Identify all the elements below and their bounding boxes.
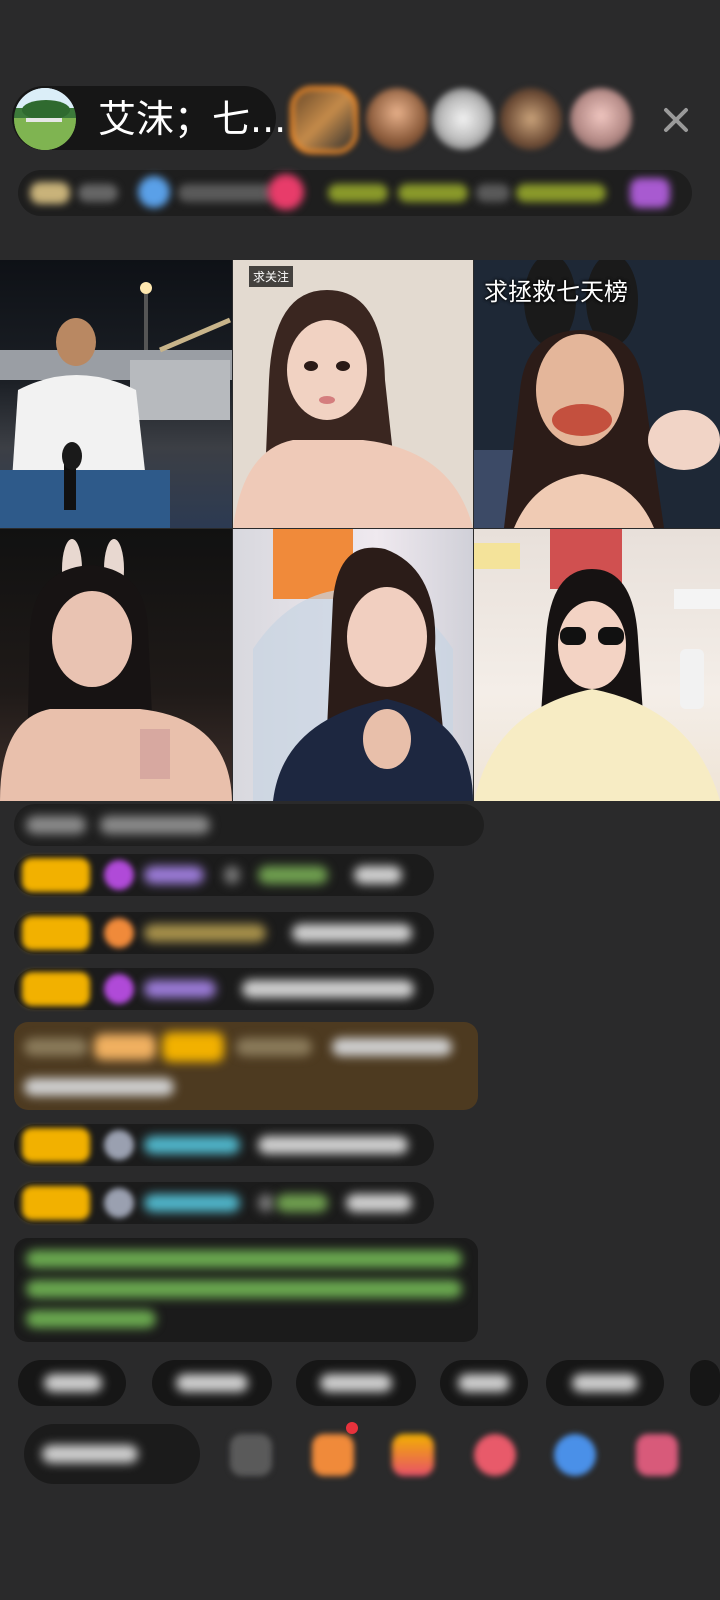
rank-text [78,184,118,202]
gem-icon [104,860,134,890]
tile-2-label: 求关注 [249,266,294,287]
quick-reply-text [572,1374,638,1392]
gem-icon [104,974,134,1004]
tile-3-label: 求拯救七天榜 [484,278,628,306]
quick-reply-text [44,1374,102,1392]
chat-username[interactable] [144,980,216,998]
viewer-avatar-1[interactable] [290,86,358,154]
notification-dot [346,1422,358,1434]
chat-username[interactable] [236,1038,312,1056]
chat-username[interactable] [276,1194,328,1212]
park-thumbnail-icon [14,88,76,150]
notice-text [26,1310,156,1328]
gift-icon[interactable] [392,1434,434,1476]
chat-input[interactable] [24,1424,200,1484]
video-tile-5[interactable] [233,529,473,801]
streamer-video-4 [0,539,232,801]
follow-icon[interactable] [268,174,304,210]
chat-message-3[interactable] [14,968,434,1010]
tag-text-1 [328,184,388,202]
video-tile-6[interactable] [474,529,720,801]
host-avatar[interactable] [14,88,76,150]
level-badge [22,1128,90,1162]
video-tile-2[interactable]: 求关注 [233,260,473,528]
chat-text [354,866,402,884]
chat-text [24,1078,174,1096]
video-tile-4[interactable] [0,529,232,801]
streamer-video-1 [0,282,232,528]
chat-message-4[interactable] [14,1124,434,1166]
level-badge [162,1032,224,1062]
chat-text [332,1038,452,1056]
chat-text [258,1136,408,1154]
chat-message-highlight[interactable] [14,1022,478,1110]
chat-username[interactable] [144,924,266,942]
chat-text [24,1038,88,1056]
quick-reply-text [458,1374,510,1392]
chat-text [292,924,412,942]
more-icon[interactable] [636,1434,678,1476]
quick-reply-6[interactable] [690,1360,720,1406]
chat-username[interactable] [144,1136,240,1154]
chat-text [26,816,86,834]
viewer-avatar-4[interactable] [500,88,562,150]
level-badge [22,1186,90,1220]
streamer-video-2 [233,260,473,528]
room-info-strip [18,170,692,216]
share-icon[interactable] [554,1434,596,1476]
level-badge [22,858,90,892]
chat-message-5[interactable] [14,1182,434,1224]
streamer-video-5 [253,529,473,801]
streamer-video-6 [474,529,720,801]
user-badge-icon [104,1130,134,1160]
level-badge [22,916,90,950]
quick-reply-1[interactable] [18,1360,126,1406]
fan-club-icon[interactable] [138,176,170,208]
gift-box-icon[interactable] [312,1434,354,1476]
viewer-avatar-2[interactable] [366,88,428,150]
chat-username[interactable] [144,866,204,884]
level-badge [94,1034,156,1060]
chat-text [346,1194,412,1212]
chat-text [258,1194,274,1212]
tag-text-4 [516,184,606,202]
chat-message-system [14,804,484,846]
user-badge-icon [104,1188,134,1218]
quick-reply-text [176,1374,248,1392]
chat-username[interactable] [258,866,328,884]
chat-text [224,866,240,884]
chat-text [242,980,414,998]
viewer-avatar-5[interactable] [570,88,632,150]
chat-username[interactable] [144,1194,240,1212]
viewer-avatar-3[interactable] [432,88,494,150]
quick-reply-text [320,1374,392,1392]
lucky-bag-icon[interactable] [474,1434,516,1476]
close-button[interactable] [660,104,692,136]
close-icon [664,108,688,132]
tag-text-2 [398,184,468,202]
quick-reply-2[interactable] [152,1360,272,1406]
video-tile-3[interactable]: 求拯救七天榜 [474,260,720,528]
gift-entry-icon[interactable] [630,178,670,208]
chat-message-1[interactable] [14,854,434,896]
notice-text [26,1250,462,1268]
chat-text [100,816,210,834]
notice-text [26,1280,462,1298]
host-name: 艾沫；七... [98,97,287,141]
rank-badge [30,182,70,204]
chat-notice [14,1238,478,1342]
keyboard-icon[interactable] [230,1434,272,1476]
video-tile-1[interactable] [0,260,232,528]
fan-club-text [178,184,274,202]
quick-reply-4[interactable] [440,1360,528,1406]
chat-input-placeholder [42,1445,138,1463]
level-badge [22,972,90,1006]
chat-message-2[interactable] [14,912,434,954]
quick-reply-3[interactable] [296,1360,416,1406]
quick-reply-5[interactable] [546,1360,664,1406]
tag-text-3 [476,184,510,202]
fan-badge-icon [104,918,134,948]
